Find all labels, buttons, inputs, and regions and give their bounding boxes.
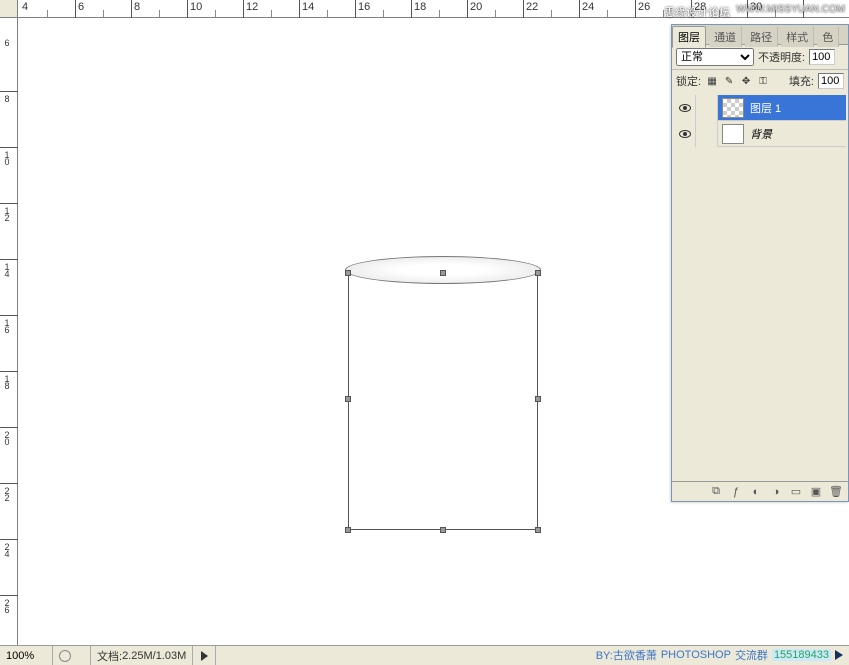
zoom-cell[interactable] xyxy=(0,646,53,665)
play-cell[interactable] xyxy=(193,646,216,665)
lock-row: 锁定: ▦ ✎ ✥ ⚿ 填充: xyxy=(672,69,848,92)
link-col[interactable] xyxy=(696,95,718,121)
eye-icon xyxy=(679,130,691,138)
mask-icon[interactable]: ◐ xyxy=(746,484,766,500)
credit-author: BY:古欲香萧 xyxy=(596,647,657,663)
group-icon[interactable]: ▭ xyxy=(786,484,806,500)
transform-handle[interactable] xyxy=(440,270,446,276)
ruler-tick: 12 xyxy=(0,204,18,260)
status-icon xyxy=(59,650,71,662)
watermark-text-a: 思缘设计论坛 xyxy=(664,4,730,20)
doc-label: 文档: xyxy=(97,648,122,664)
tab-styles[interactable]: 样式 xyxy=(781,27,814,47)
adjustment-icon[interactable]: ◑ xyxy=(766,484,786,500)
trash-icon[interactable]: 🗑 xyxy=(826,484,846,500)
ruler-tick: 18 xyxy=(0,372,18,428)
layer-name-wrap[interactable]: 背景 xyxy=(718,121,846,146)
transform-handle[interactable] xyxy=(345,396,351,402)
ruler-tick: 20 xyxy=(468,0,524,18)
ruler-corner[interactable] xyxy=(0,0,18,18)
fill-label: 填充: xyxy=(789,73,814,89)
ruler-tick: 26 xyxy=(0,596,18,652)
lock-move-icon[interactable]: ✥ xyxy=(739,74,753,88)
lock-icons: ▦ ✎ ✥ ⚿ xyxy=(705,74,770,88)
layer-row[interactable]: 图层 1 xyxy=(674,95,846,121)
ruler-tick: 22 xyxy=(0,484,18,540)
tab-paths[interactable]: 路径 xyxy=(745,27,778,47)
ruler-tick: 18 xyxy=(412,0,468,18)
layers-panel: 图层 通道 路径 样式 色 正常 不透明度: 锁定: ▦ ✎ ✥ ⚿ 填充: 图… xyxy=(671,24,849,502)
visibility-toggle[interactable] xyxy=(674,95,696,121)
link-layers-icon[interactable]: ⧉ xyxy=(706,484,726,500)
opacity-label: 不透明度: xyxy=(758,49,805,65)
link-col[interactable] xyxy=(696,121,718,147)
transform-selection[interactable] xyxy=(348,268,538,530)
panel-tabs: 图层 通道 路径 样式 色 xyxy=(672,25,848,45)
lock-brush-icon[interactable]: ✎ xyxy=(722,74,736,88)
lock-transparent-icon[interactable]: ▦ xyxy=(705,74,719,88)
ruler-tick: 8 xyxy=(0,92,18,148)
transform-handle[interactable] xyxy=(535,396,541,402)
ruler-tick: 22 xyxy=(524,0,580,18)
status-credits: BY:古欲香萧 PHOTOSHOP 交流群 155189433 xyxy=(596,647,845,663)
shape-rectangle xyxy=(348,272,538,530)
opacity-input[interactable] xyxy=(809,49,835,65)
ruler-tick: 6 xyxy=(76,0,132,18)
tab-color[interactable]: 色 xyxy=(817,27,839,47)
transform-handle[interactable] xyxy=(345,270,351,276)
watermark-text-b: WWW.MISSYUAN.COM xyxy=(736,4,845,20)
layer-name: 图层 1 xyxy=(750,100,781,116)
ruler-tick: 14 xyxy=(0,260,18,316)
ruler-tick: 8 xyxy=(132,0,188,18)
transform-handle[interactable] xyxy=(440,527,446,533)
ruler-tick: 12 xyxy=(244,0,300,18)
layer-row[interactable]: 背景 xyxy=(674,121,846,147)
lock-label: 锁定: xyxy=(676,73,701,89)
transform-handle[interactable] xyxy=(535,527,541,533)
eye-icon xyxy=(679,104,691,112)
tab-channels[interactable]: 通道 xyxy=(709,27,742,47)
ruler-tick: 24 xyxy=(580,0,636,18)
credit-app: PHOTOSHOP xyxy=(661,649,731,661)
ruler-tick: 16 xyxy=(356,0,412,18)
watermark: 思缘设计论坛 WWW.MISSYUAN.COM xyxy=(664,4,845,20)
credit-arrow-icon xyxy=(835,650,845,660)
zoom-input[interactable] xyxy=(6,650,46,662)
layer-thumbnail[interactable] xyxy=(722,98,744,118)
layer-name-wrap[interactable]: 图层 1 xyxy=(718,95,846,120)
ruler-tick: 10 xyxy=(188,0,244,18)
doc-value: 2.25M/1.03M xyxy=(122,650,186,662)
layers-panel-footer: ⧉ ƒ ◐ ◑ ▭ ▣ 🗑 xyxy=(672,481,848,501)
new-layer-icon[interactable]: ▣ xyxy=(806,484,826,500)
layer-name: 背景 xyxy=(750,126,772,142)
status-bar: 文档: 2.25M/1.03M BY:古欲香萧 PHOTOSHOP 交流群 15… xyxy=(0,645,849,665)
blend-mode-row: 正常 不透明度: xyxy=(672,45,848,69)
tab-layers[interactable]: 图层 xyxy=(672,26,706,48)
ruler-tick: 24 xyxy=(0,540,18,596)
layer-thumbnail[interactable] xyxy=(722,124,744,144)
blend-mode-select[interactable]: 正常 xyxy=(676,48,754,66)
play-icon[interactable] xyxy=(197,650,211,662)
credit-qq: 155189433 xyxy=(772,649,831,661)
layers-list: 图层 1 背景 xyxy=(674,95,846,479)
doc-info-cell[interactable]: 文档: 2.25M/1.03M xyxy=(91,646,193,665)
ruler-tick: 10 xyxy=(0,148,18,204)
fx-icon[interactable]: ƒ xyxy=(726,484,746,500)
transform-handle[interactable] xyxy=(345,527,351,533)
transform-handle[interactable] xyxy=(535,270,541,276)
ruler-tick: 4 xyxy=(20,0,76,18)
ruler-vertical[interactable]: 68101214161820222426 xyxy=(0,18,18,645)
ruler-tick: 6 xyxy=(0,36,18,92)
ruler-tick: 16 xyxy=(0,316,18,372)
ruler-tick: 20 xyxy=(0,428,18,484)
status-spacer xyxy=(53,646,91,665)
visibility-toggle[interactable] xyxy=(674,121,696,147)
credit-group: 交流群 xyxy=(735,647,768,663)
lock-all-icon[interactable]: ⚿ xyxy=(756,74,770,88)
ruler-tick: 14 xyxy=(300,0,356,18)
fill-input[interactable] xyxy=(818,73,844,89)
